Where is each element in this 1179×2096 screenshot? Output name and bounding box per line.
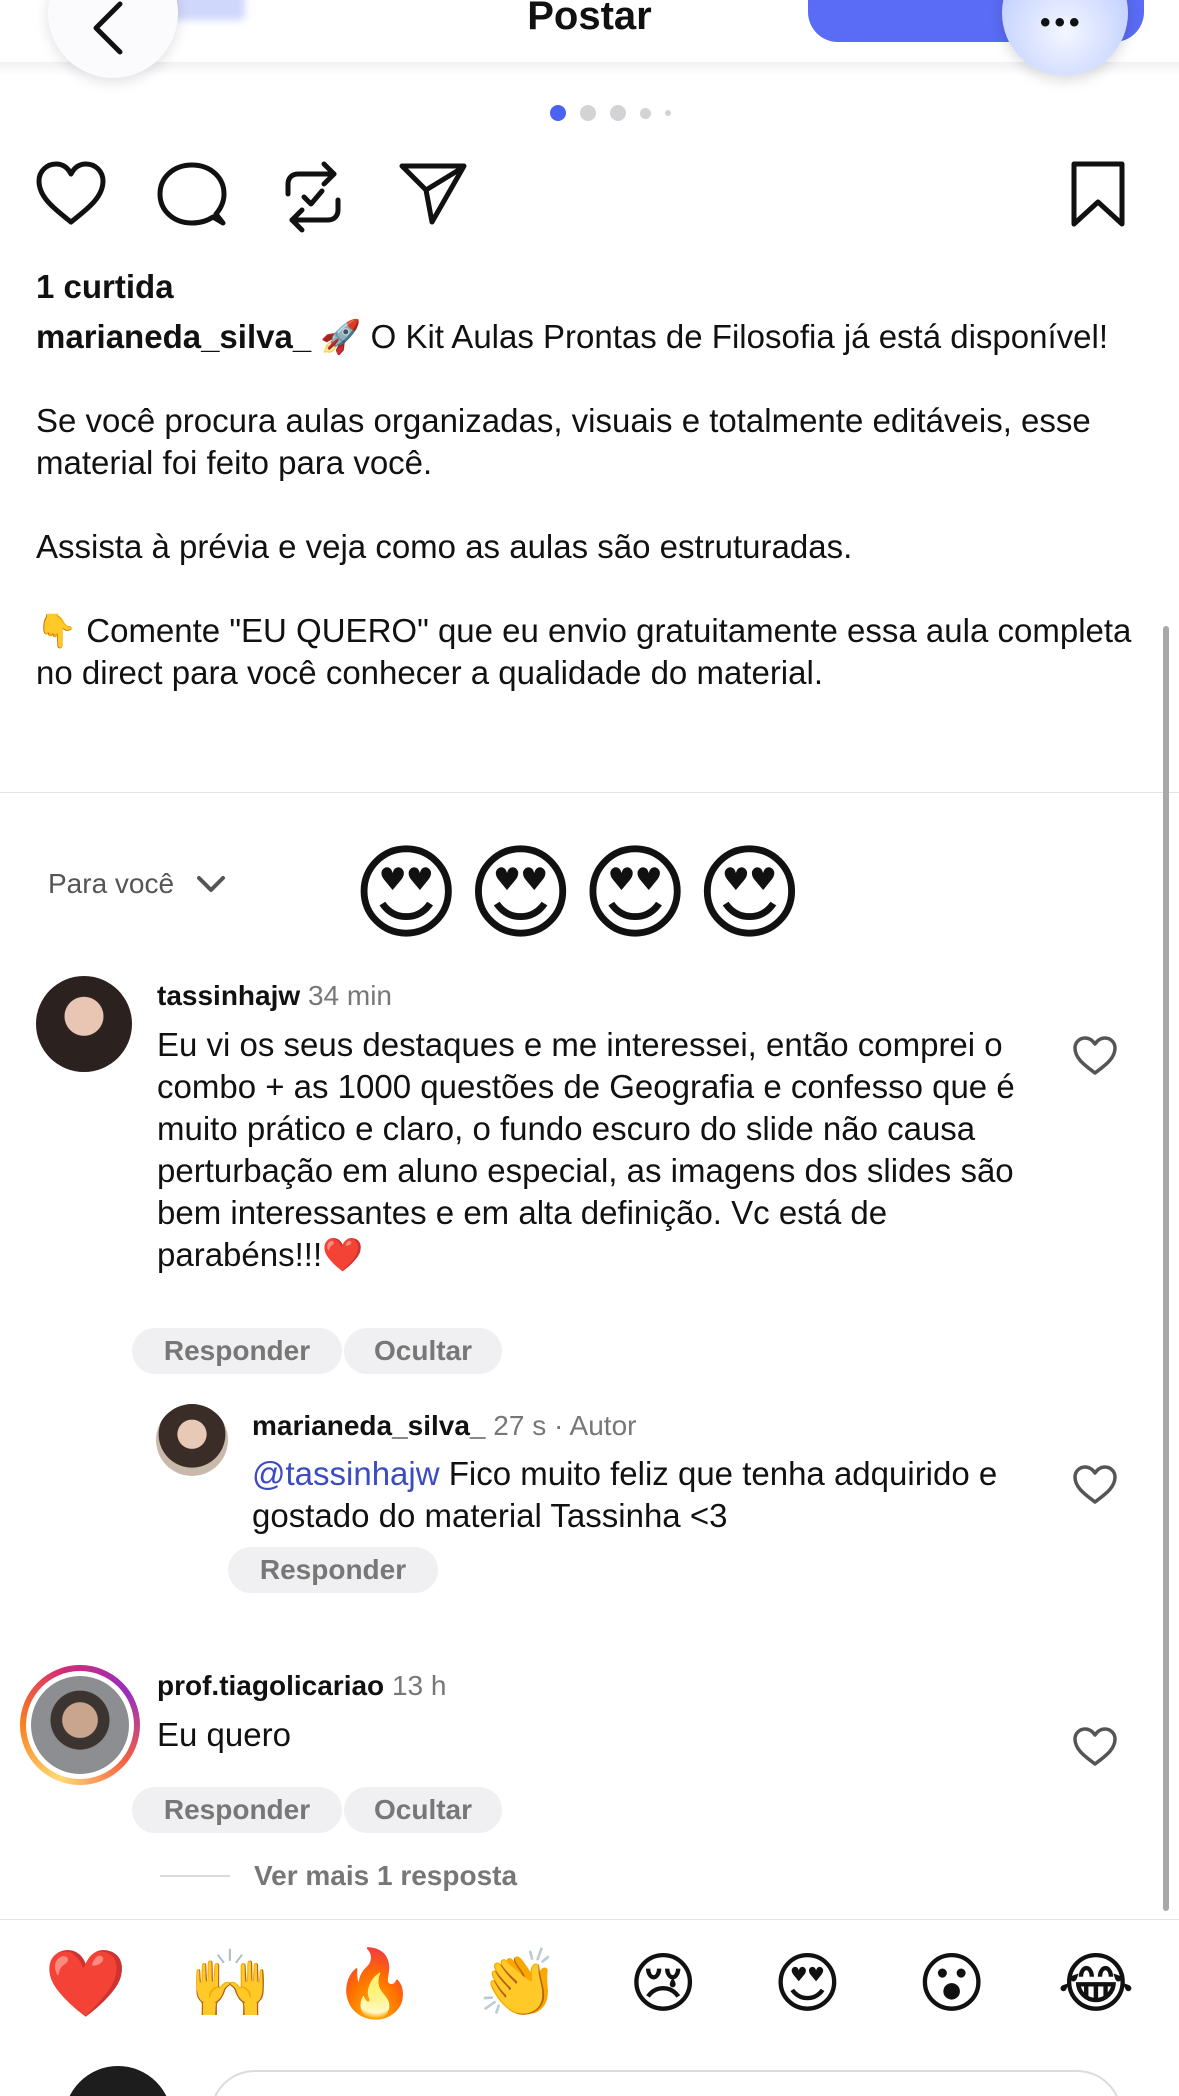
reaction-crying[interactable]: 😢 (613, 1950, 713, 2016)
reaction-surprised[interactable]: 😮 (902, 1950, 1002, 2016)
reply-button[interactable]: Responder (132, 1787, 342, 1833)
comment-username[interactable]: prof.tiagolicariao (157, 1670, 384, 1701)
floating-reaction-emojis: 😍😍😍😍 (352, 836, 810, 952)
comment-time: 13 h (391, 1670, 447, 1701)
reaction-heart-eyes[interactable]: 😍 (757, 1950, 857, 2016)
reaction-clap[interactable]: 👏 (469, 1950, 569, 2016)
repost-icon[interactable] (282, 160, 344, 234)
carousel-dot (580, 105, 596, 121)
carousel-dot-active (550, 105, 566, 121)
avatar[interactable] (36, 976, 132, 1072)
caption-paragraph: marianeda_silva_ 🚀 O Kit Aulas Prontas d… (36, 316, 1146, 358)
reply-time: 27 s (493, 1410, 547, 1441)
like-reply-heart-icon[interactable] (1072, 1464, 1118, 1506)
like-comment-heart-icon[interactable] (1072, 1035, 1118, 1077)
sort-label: Para você (48, 868, 175, 899)
carousel-dot (665, 110, 671, 116)
author-tag: · Autor (554, 1410, 637, 1441)
comment-header: tassinhajw 34 min (157, 980, 392, 1012)
share-icon[interactable] (398, 160, 468, 226)
avatar (64, 2066, 172, 2096)
reaction-heart[interactable]: ❤️ (36, 1950, 136, 2016)
comment-time: 34 min (307, 980, 392, 1011)
reply-header: marianeda_silva_ 27 s · Autor (252, 1410, 636, 1442)
bookmark-icon[interactable] (1068, 160, 1128, 228)
scrollbar[interactable] (1163, 626, 1169, 1911)
comment-input[interactable] (210, 2070, 1122, 2096)
caption-username[interactable]: marianeda_silva_ (36, 318, 311, 355)
avatar[interactable] (156, 1404, 228, 1476)
hide-button[interactable]: Ocultar (344, 1328, 502, 1374)
story-ring-avatar[interactable] (20, 1665, 140, 1785)
mention-link[interactable]: @tassinhajw (252, 1455, 440, 1492)
caption-text: 🚀 O Kit Aulas Prontas de Filosofia já es… (320, 318, 1109, 355)
heart-icon[interactable] (34, 160, 108, 228)
comment-icon[interactable] (156, 160, 228, 230)
reply-username[interactable]: marianeda_silva_ (252, 1410, 486, 1441)
caption-paragraph: Se você procura aulas organizadas, visua… (36, 402, 1091, 481)
divider (0, 792, 1179, 793)
more-icon: ••• (1040, 6, 1084, 39)
caption-paragraph: 👇 Comente "EU QUERO" que eu envio gratui… (36, 612, 1132, 691)
divider (0, 1919, 1179, 1920)
reply-button[interactable]: Responder (132, 1328, 342, 1374)
reaction-fire[interactable]: 🔥 (325, 1950, 425, 2016)
comment-username[interactable]: tassinhajw (157, 980, 300, 1011)
comment-text: Eu quero (157, 1716, 291, 1753)
carousel-indicator (550, 105, 671, 121)
post-caption: marianeda_silva_ 🚀 O Kit Aulas Prontas d… (36, 316, 1146, 694)
likes-count[interactable]: 1 curtida (36, 268, 174, 306)
top-bar-shadow (0, 62, 1179, 76)
view-more-replies[interactable]: Ver mais 1 resposta (160, 1860, 517, 1892)
comment-header: prof.tiagolicariao 13 h (157, 1670, 446, 1702)
chevron-down-icon (197, 876, 226, 892)
view-more-replies-label: Ver mais 1 resposta (254, 1860, 518, 1891)
carousel-dot (640, 107, 651, 119)
reply-text: @tassinhajw Fico muito feliz que tenha a… (252, 1453, 1042, 1537)
reply-button[interactable]: Responder (228, 1547, 438, 1593)
reaction-laughing[interactable]: 😂 (1046, 1950, 1146, 2016)
carousel-dot (610, 105, 626, 121)
comment-sort-dropdown[interactable]: Para você (48, 868, 226, 900)
reaction-raised-hands[interactable]: 🙌 (180, 1950, 280, 2016)
comment-text: Eu vi os seus destaques e me interessei,… (157, 1026, 1015, 1273)
like-comment-heart-icon[interactable] (1072, 1726, 1118, 1768)
replies-line (160, 1875, 230, 1877)
hide-button[interactable]: Ocultar (344, 1787, 502, 1833)
caption-paragraph: Assista à prévia e veja como as aulas sã… (36, 528, 853, 565)
quick-reactions-bar: ❤️ 🙌 🔥 👏 😢 😍 😮 😂 (36, 1950, 1146, 2016)
